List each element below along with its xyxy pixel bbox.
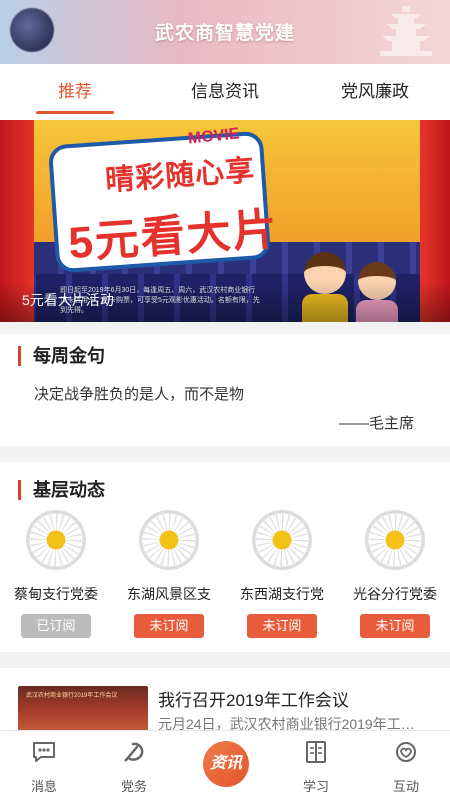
unit-item[interactable]: 光谷分行党委 未订阅 [345,510,445,638]
grassroots-card: 基层动态 蔡甸支行党委 已订阅 东湖风景区支 未订阅 东西湖支行党 未订阅 光谷… [0,462,450,652]
nav-study-label: 学习 [302,779,329,794]
interact-icon [396,742,416,762]
news-title: 我行召开2019年工作会议 [158,691,349,710]
nav-interact[interactable]: 互动 [371,739,441,795]
pagoda-icon [380,6,432,56]
unit-name: 蔡甸支行党委 [14,586,98,602]
top-tabs: 推荐 信息资讯 党风廉政 [0,64,450,120]
daisy-icon [365,510,425,570]
nav-center-news[interactable]: 资讯 [203,741,249,787]
bottom-nav: 消息 党务 资讯 学习 互动 [0,730,450,800]
nav-study[interactable]: 学习 [281,739,351,795]
subscribe-button[interactable]: 未订阅 [134,614,204,638]
subscribe-button[interactable]: 已订阅 [21,614,91,638]
nav-party[interactable]: 党务 [99,739,169,795]
unit-item[interactable]: 东西湖支行党 未订阅 [232,510,332,638]
tab-integrity[interactable]: 党风廉政 [300,64,450,120]
unit-name: 光谷分行党委 [353,586,437,602]
subscribe-button[interactable]: 未订阅 [247,614,317,638]
news-desc: 元月24日，武汉农村商业银行2019年工作会议召开 [158,716,426,730]
unit-name: 东湖风景区支 [127,586,211,602]
weekly-quote-card: 每周金句 决定战争胜负的是人，而不是物 ——毛主席 [0,334,450,446]
app-header: 武农商智慧党建 [0,0,450,64]
book-icon [306,741,326,763]
nav-message[interactable]: 消息 [9,739,79,795]
message-icon [33,742,55,762]
news-thumbnail-text: 武汉农村商业银行2019年工作会议 [26,693,118,699]
tab-recommend[interactable]: 推荐 [0,64,150,120]
unit-item[interactable]: 东湖风景区支 未订阅 [119,510,219,638]
party-icon [124,742,144,762]
unit-item[interactable]: 蔡甸支行党委 已订阅 [6,510,106,638]
tab-news[interactable]: 信息资讯 [150,64,300,120]
unit-name: 东西湖支行党 [240,586,324,602]
news-item[interactable]: 武汉农村商业银行2019年工作会议 我行召开2019年工作会议 元月24日，武汉… [0,668,450,730]
quote-author: ——毛主席 [338,415,414,432]
subscribe-button[interactable]: 未订阅 [360,614,430,638]
section-title-quote: 每周金句 [18,346,105,366]
daisy-icon [252,510,312,570]
promo-banner[interactable]: MOVIE 晴彩随心享 5元看大片 即日起至2019年6月30日，每逢周五、周六… [0,120,450,322]
nav-message-label: 消息 [30,779,57,794]
banner-caption: 5元看大片活动 [22,292,114,308]
nav-party-label: 党务 [120,779,147,794]
nav-interact-label: 互动 [392,779,419,794]
section-title-grassroots: 基层动态 [18,480,105,500]
daisy-icon [139,510,199,570]
daisy-icon [26,510,86,570]
quote-text: 决定战争胜负的是人，而不是物 [34,386,245,403]
